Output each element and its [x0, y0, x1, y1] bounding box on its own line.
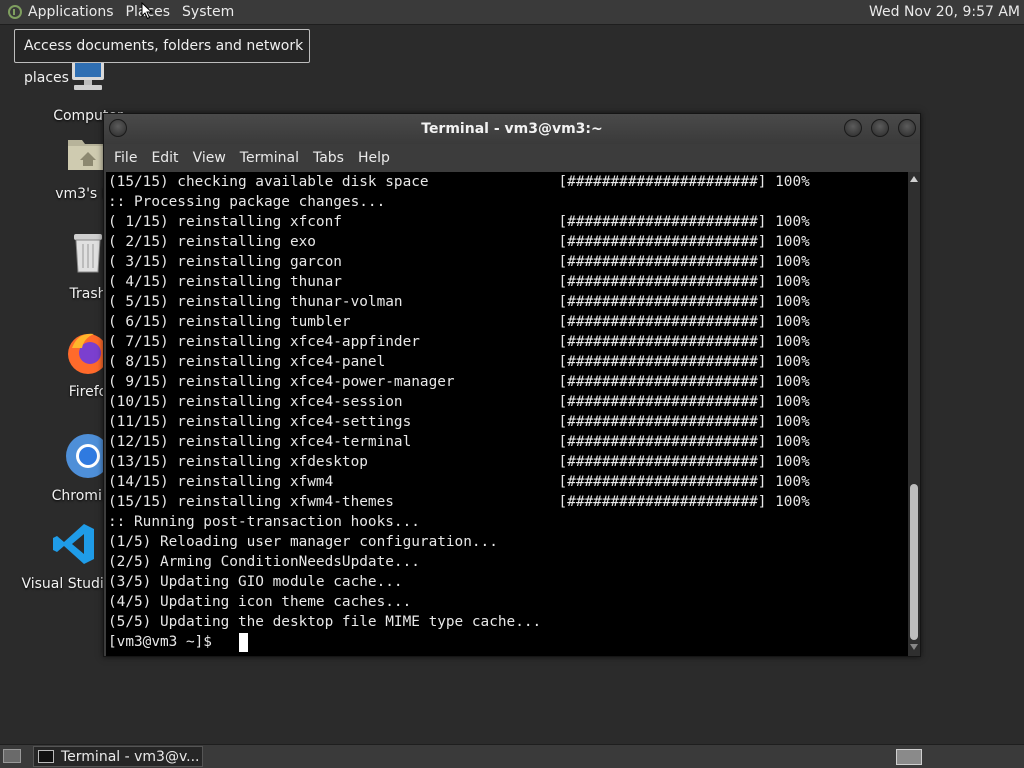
mouse-pointer-icon: [141, 2, 153, 20]
terminal-line: ( 2/15) reinstalling exo [##############…: [108, 234, 810, 250]
terminal-scrollbar[interactable]: [908, 172, 920, 656]
terminal-line: ( 4/15) reinstalling thunar [###########…: [108, 274, 810, 290]
terminal-output[interactable]: (15/15) checking available disk space [#…: [106, 172, 908, 656]
bottom-panel: Terminal - vm3@v...: [0, 744, 1024, 768]
maximize-button[interactable]: [871, 119, 889, 137]
terminal-icon: [38, 750, 54, 763]
close-button[interactable]: [898, 119, 916, 137]
taskbar-terminal-button[interactable]: Terminal - vm3@v...: [33, 746, 203, 767]
terminal-window[interactable]: Terminal - vm3@vm3:~ File Edit View Term…: [103, 113, 921, 657]
terminal-line: ( 7/15) reinstalling xfce4-appfinder [##…: [108, 334, 810, 350]
terminal-line: (3/5) Updating GIO module cache...: [108, 574, 403, 590]
terminal-line: (5/5) Updating the desktop file MIME typ…: [108, 614, 542, 630]
terminal-line: ( 5/15) reinstalling thunar-volman [####…: [108, 294, 810, 310]
top-panel: Applications Places System Wed Nov 20, 9…: [0, 0, 1024, 25]
terminal-line: (14/15) reinstalling xfwm4 [############…: [108, 474, 810, 490]
terminal-line: :: Running post-transaction hooks...: [108, 514, 420, 530]
terminal-line: (12/15) reinstalling xfce4-terminal [###…: [108, 434, 810, 450]
terminal-line: ( 1/15) reinstalling xfconf [###########…: [108, 214, 810, 230]
terminal-line: (1/5) Reloading user manager configurati…: [108, 534, 498, 550]
terminal-menubar: File Edit View Terminal Tabs Help: [104, 144, 920, 172]
text-cursor: [239, 633, 248, 652]
taskbar-terminal-label: Terminal - vm3@v...: [61, 748, 200, 765]
terminal-line: ( 6/15) reinstalling tumbler [##########…: [108, 314, 810, 330]
menu-tabs[interactable]: Tabs: [307, 144, 352, 172]
clock[interactable]: Wed Nov 20, 9:57 AM: [869, 0, 1020, 25]
menu-file[interactable]: File: [108, 144, 145, 172]
scroll-down-arrow-icon[interactable]: [910, 644, 918, 650]
terminal-line: (2/5) Arming ConditionNeedsUpdate...: [108, 554, 420, 570]
terminal-line: (4/5) Updating icon theme caches...: [108, 594, 412, 610]
terminal-line: (15/15) checking available disk space [#…: [108, 174, 810, 190]
terminal-line: (11/15) reinstalling xfce4-settings [###…: [108, 414, 810, 430]
menu-edit[interactable]: Edit: [145, 144, 186, 172]
minimize-button[interactable]: [844, 119, 862, 137]
menu-terminal[interactable]: Terminal: [234, 144, 307, 172]
applications-menu[interactable]: Applications: [0, 0, 120, 25]
window-title: Terminal - vm3@vm3:~: [421, 121, 603, 137]
places-tooltip: Access documents, folders and network pl…: [14, 29, 310, 86]
workspace-switcher[interactable]: [896, 749, 922, 765]
applications-logo-icon: [8, 5, 22, 19]
scroll-up-arrow-icon[interactable]: [910, 176, 918, 182]
show-desktop-button[interactable]: [3, 749, 21, 763]
terminal-line: :: Processing package changes...: [108, 194, 386, 210]
terminal-line: (15/15) reinstalling xfwm4-themes [#####…: [108, 494, 810, 510]
terminal-line: ( 3/15) reinstalling garcon [###########…: [108, 254, 810, 270]
terminal-line: ( 8/15) reinstalling xfce4-panel [######…: [108, 354, 810, 370]
menu-help[interactable]: Help: [352, 144, 398, 172]
terminal-titlebar[interactable]: Terminal - vm3@vm3:~: [104, 114, 920, 144]
terminal-line: (10/15) reinstalling xfce4-session [####…: [108, 394, 810, 410]
applications-menu-label: Applications: [28, 4, 114, 20]
scrollbar-thumb[interactable]: [910, 484, 918, 640]
system-menu[interactable]: System: [176, 0, 240, 25]
terminal-line: ( 9/15) reinstalling xfce4-power-manager…: [108, 374, 810, 390]
terminal-prompt: [vm3@vm3 ~]$: [108, 634, 221, 650]
vscode-icon: [53, 524, 94, 564]
terminal-line: (13/15) reinstalling xfdesktop [########…: [108, 454, 810, 470]
menu-view[interactable]: View: [187, 144, 234, 172]
